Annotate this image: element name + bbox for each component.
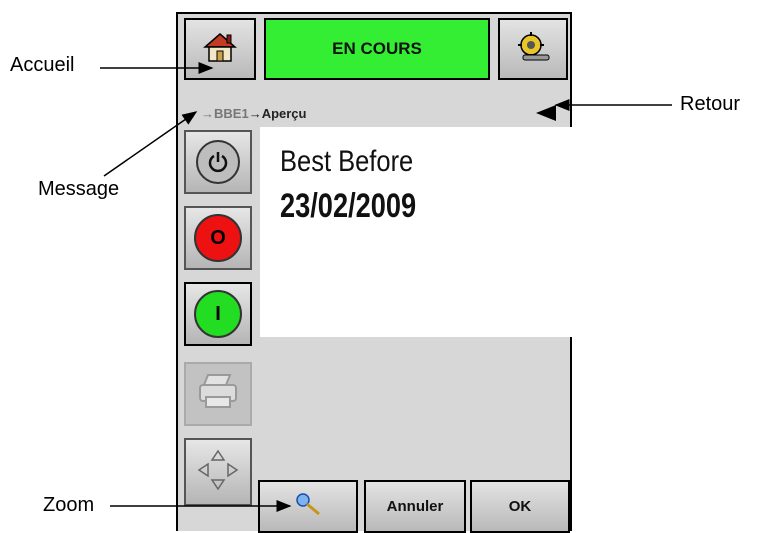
message-leader-line bbox=[103, 111, 198, 177]
callout-leader-lines bbox=[100, 62, 672, 512]
